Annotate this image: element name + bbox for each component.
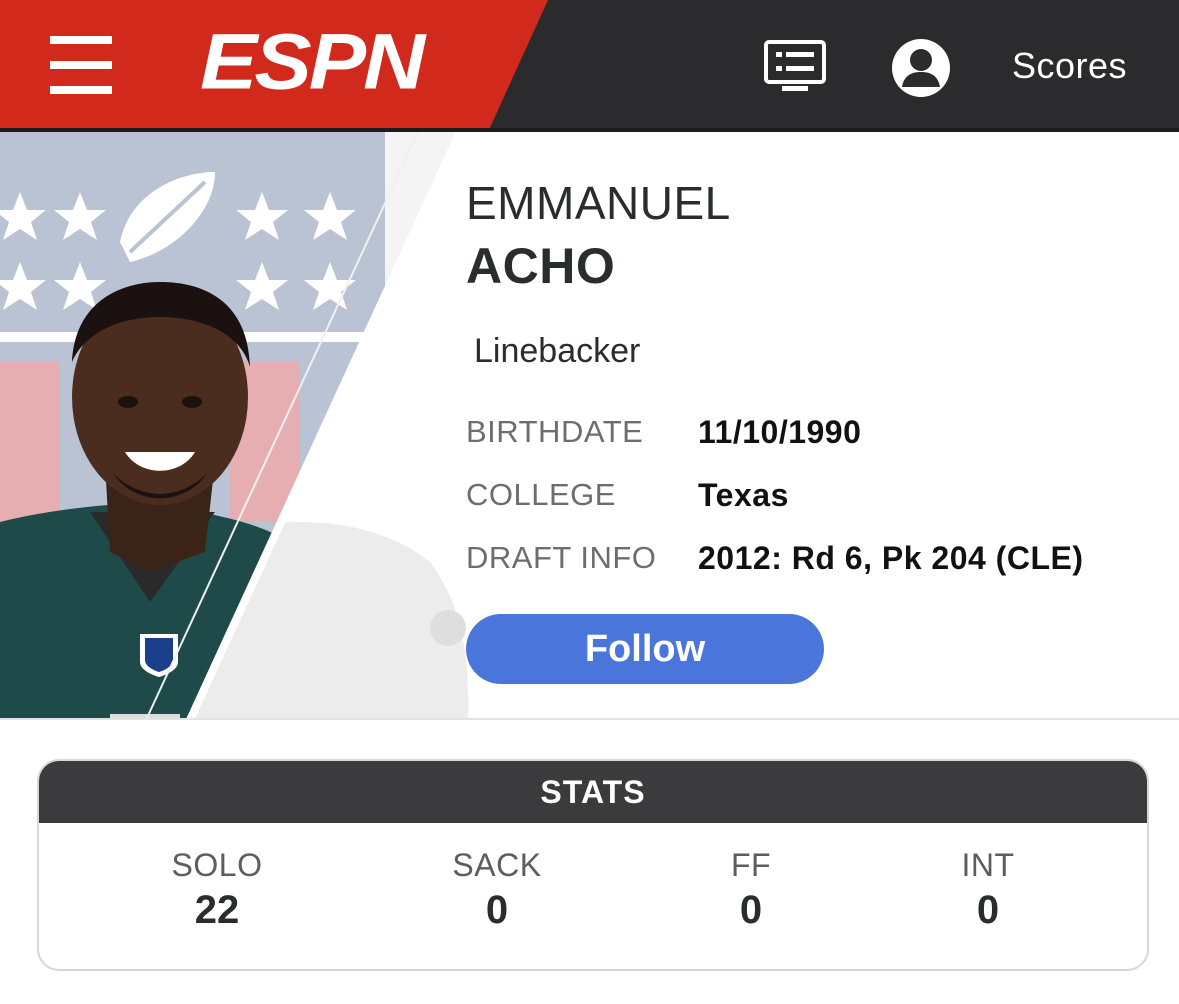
player-position: Linebacker: [474, 332, 641, 370]
player-headshot-image: [0, 132, 470, 720]
hero-divider: [0, 718, 1179, 720]
scores-link[interactable]: Scores: [1012, 44, 1127, 88]
stat-ff: FF 0: [641, 845, 861, 933]
stat-solo: SOLO 22: [107, 845, 327, 933]
stats-title: STATS: [540, 774, 646, 810]
stat-value: 0: [485, 888, 509, 932]
stat-label: FF: [730, 847, 772, 883]
draft-info-value: 2012: Rd 6, Pk 204 (CLE): [698, 540, 1084, 576]
top-nav-bar: ESPN Scores: [0, 0, 1179, 132]
follow-button[interactable]: Follow: [466, 614, 824, 684]
stat-int: INT 0: [878, 845, 1098, 933]
stat-sack: SACK 0: [387, 845, 607, 933]
college-label: COLLEGE: [466, 477, 616, 512]
stat-value: 0: [739, 888, 763, 932]
player-last-name: ACHO: [466, 238, 616, 294]
stat-value: 0: [976, 888, 1000, 932]
espn-logo[interactable]: ESPN: [200, 17, 450, 107]
birthdate-value: 11/10/1990: [698, 414, 862, 450]
stat-label: INT: [961, 847, 1015, 883]
stats-card: STATS SOLO 22 SACK 0 FF 0 INT 0: [37, 759, 1149, 971]
account-icon[interactable]: [890, 37, 952, 99]
stat-label: SACK: [452, 847, 542, 883]
watch-list-icon[interactable]: [764, 40, 826, 92]
logo-text: ESPN: [200, 17, 425, 107]
college-value: Texas: [698, 477, 789, 513]
draft-info-label: DRAFT INFO: [466, 540, 657, 575]
menu-icon[interactable]: [50, 36, 112, 94]
stats-header: STATS: [39, 761, 1147, 823]
stat-value: 22: [194, 888, 240, 932]
birthdate-label: BIRTHDATE: [466, 414, 644, 449]
stat-label: SOLO: [171, 847, 263, 883]
player-first-name: EMMANUEL: [466, 177, 731, 229]
